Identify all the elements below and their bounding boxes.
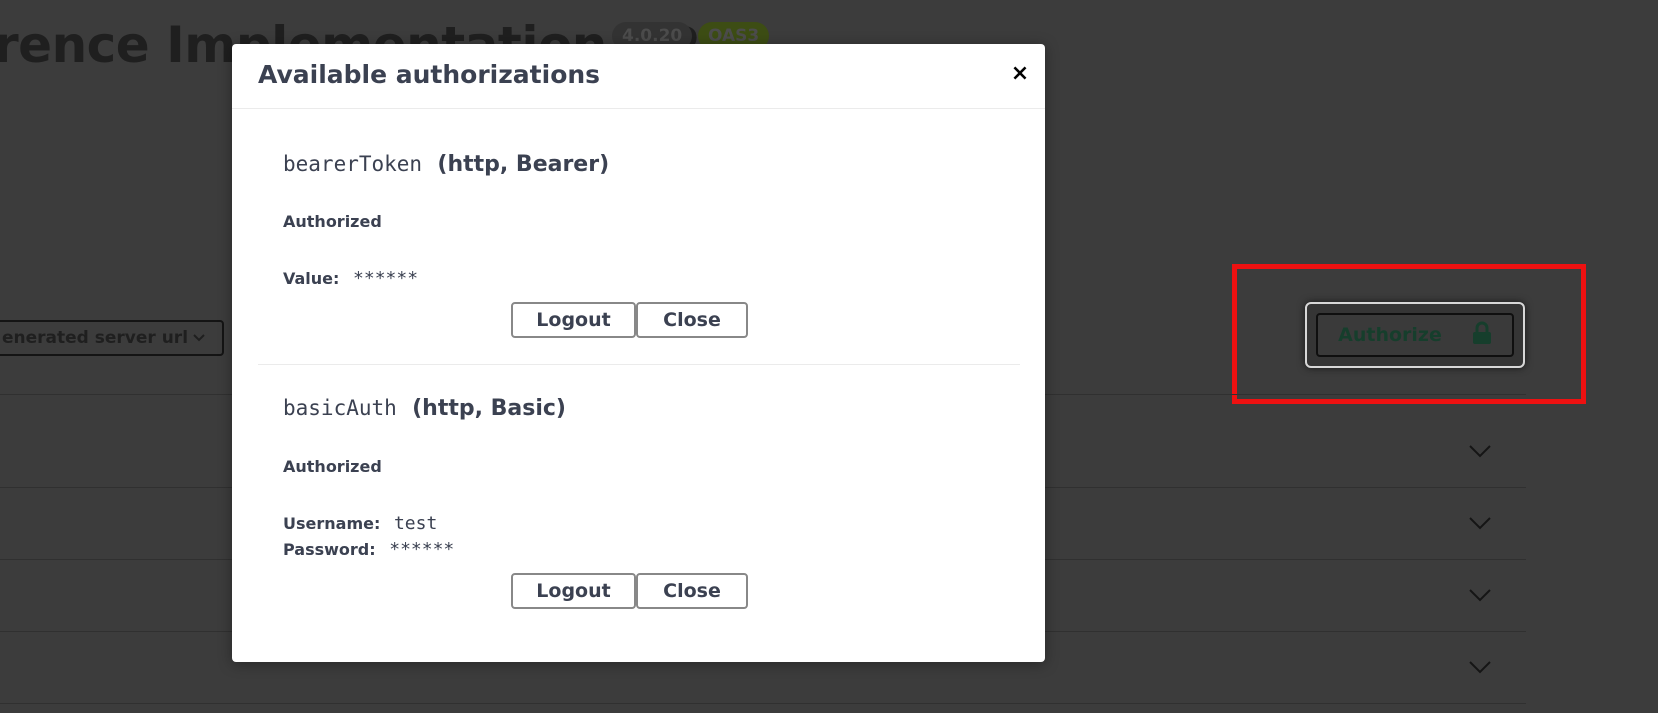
auth-heading: bearerToken (http, Bearer) [283,152,609,177]
auth-scheme-name: bearerToken [283,152,423,176]
chevron-down-icon[interactable] [1468,659,1492,675]
modal-header: Available authorizations × [232,44,1045,109]
chevron-down-icon[interactable] [1468,443,1492,459]
close-icon[interactable]: × [1008,62,1032,86]
close-button[interactable]: Close [636,302,748,338]
logout-button[interactable]: Logout [511,573,636,609]
value-text: ****** [353,268,419,289]
username-label: Username: [283,514,381,533]
auth-modal: Available authorizations × bearerToken (… [232,44,1045,662]
auth-status: Authorized [283,457,382,476]
chevron-down-icon [192,322,206,365]
auth-heading: basicAuth (http, Basic) [283,396,566,421]
password-label: Password: [283,540,376,559]
modal-title: Available authorizations [258,60,601,89]
password-value: ****** [389,539,455,560]
auth-scheme-name: basicAuth [283,396,397,420]
auth-scheme-type: (http, Basic) [412,396,566,421]
chevron-down-icon[interactable] [1468,587,1492,603]
value-field: Value: ****** [283,268,418,289]
username-value: test [393,513,438,534]
username-field: Username: test [283,513,437,534]
password-field: Password: ****** [283,539,454,560]
logout-button[interactable]: Logout [511,302,636,338]
auth-status: Authorized [283,212,382,231]
chevron-down-icon[interactable] [1468,515,1492,531]
auth-scheme-type: (http, Bearer) [437,152,610,177]
value-label: Value: [283,269,340,288]
server-select-value: enerated server url [2,328,189,348]
server-select[interactable]: enerated server url [0,320,224,356]
close-button[interactable]: Close [636,573,748,609]
highlight-box [1232,264,1586,404]
divider [258,364,1020,365]
